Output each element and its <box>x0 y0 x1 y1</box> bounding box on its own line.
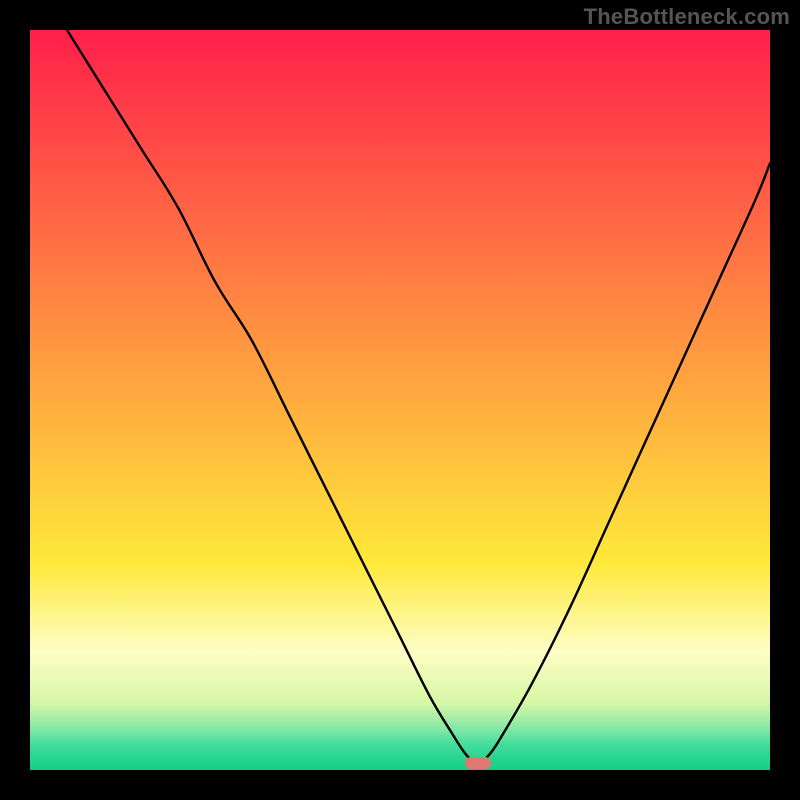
gradient-band <box>30 652 770 704</box>
gradient-band <box>30 727 770 745</box>
gradient-band <box>30 745 770 770</box>
chart-frame: TheBottleneck.com <box>0 0 800 800</box>
gradient-band <box>30 563 770 652</box>
gradient-band <box>30 703 770 727</box>
optimal-marker <box>465 757 491 769</box>
gradient-band <box>30 30 770 563</box>
plot-area <box>30 30 770 770</box>
watermark-text: TheBottleneck.com <box>584 4 790 30</box>
